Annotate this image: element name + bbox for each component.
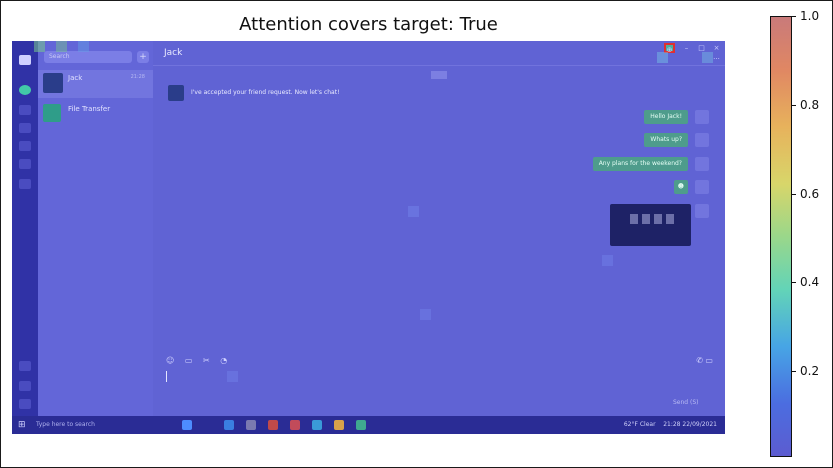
colorbar-tick: [792, 194, 796, 195]
chat-time: 21:28: [130, 74, 145, 80]
chrome-icon[interactable]: [334, 420, 344, 430]
text-cursor[interactable]: [166, 371, 167, 382]
mini-programs-icon[interactable]: [19, 179, 31, 189]
close-button[interactable]: ×: [711, 43, 722, 53]
colorbar-tick: [792, 105, 796, 106]
avatar: [695, 110, 709, 124]
image-thumb: [630, 214, 638, 224]
phone-icon[interactable]: [19, 381, 31, 391]
avatar: [695, 180, 709, 194]
outgoing-message: Hello Jack!: [644, 110, 688, 124]
weather-text: 62°F Clear: [623, 421, 656, 428]
office-icon[interactable]: [268, 420, 278, 430]
sticker-message: ☻: [673, 180, 688, 194]
colorbar-label: 0.2: [800, 364, 820, 378]
colorbar-label: 1.0: [800, 9, 820, 23]
call-icons[interactable]: ✆ ▭: [696, 356, 713, 365]
wechat-icon[interactable]: [356, 420, 366, 430]
opera-icon[interactable]: [290, 420, 300, 430]
chat-item-jack[interactable]: Jack 21:28: [38, 70, 153, 98]
outgoing-message: Whats up?: [644, 133, 688, 147]
colorbar-label: 0.6: [800, 187, 820, 201]
miniprogram-icon[interactable]: [19, 361, 31, 371]
edge-icon[interactable]: [312, 420, 322, 430]
contact-name: Jack: [164, 48, 183, 58]
colorbar-tick: [792, 16, 796, 17]
cortana-icon[interactable]: [182, 420, 192, 430]
chat-list-panel: Search + Jack 21:28 File Transfer: [38, 41, 153, 416]
more-button[interactable]: ···: [711, 54, 722, 64]
colorbar-tick: [792, 371, 796, 372]
explorer-icon[interactable]: [246, 420, 256, 430]
folder-icon[interactable]: [19, 141, 31, 151]
menu-icon[interactable]: [19, 399, 31, 409]
conversation-pane: Jack ⊕ – □ × ··· I've accepted your frie…: [153, 41, 725, 416]
chat-name: Jack: [68, 74, 83, 82]
chat-name: File Transfer: [68, 105, 111, 113]
image-message[interactable]: [610, 204, 691, 246]
figure-title: Attention covers target: True: [239, 14, 498, 35]
taskbar: ⊞ Type here to search 62°F Clear 21:28 2…: [12, 416, 725, 434]
chats-icon[interactable]: [19, 85, 31, 95]
image-thumb: [654, 214, 662, 224]
colorbar-label: 0.4: [800, 275, 820, 289]
favorites-icon[interactable]: [19, 123, 31, 133]
colorbar: [770, 16, 792, 457]
system-tray[interactable]: 62°F Clear 21:28 22/09/2021: [624, 416, 717, 434]
moments-icon[interactable]: [19, 159, 31, 169]
incoming-message: I've accepted your friend request. Now l…: [191, 89, 340, 96]
image-thumb: [642, 214, 650, 224]
taskbar-search[interactable]: Type here to search: [36, 416, 166, 434]
minimize-button[interactable]: –: [681, 43, 692, 53]
clock-time: 21:28: [663, 421, 681, 428]
windows-start-icon[interactable]: ⊞: [18, 420, 28, 430]
avatar: [695, 204, 709, 218]
colorbar-tick: [792, 282, 796, 283]
screenshot: Search + Jack 21:28 File Transfer Jack ⊕…: [12, 41, 725, 434]
send-button[interactable]: Send (S): [673, 399, 699, 406]
timestamp-chip: [431, 71, 447, 79]
maximize-button[interactable]: □: [696, 43, 707, 53]
chat-item-file-transfer[interactable]: File Transfer: [38, 100, 153, 126]
avatar: [695, 157, 709, 171]
search-input[interactable]: Search: [44, 51, 132, 63]
avatar: [168, 85, 184, 101]
image-thumb: [666, 214, 674, 224]
avatar: [43, 73, 63, 93]
vscode-icon[interactable]: [224, 420, 234, 430]
contacts-icon[interactable]: [19, 105, 31, 115]
file-transfer-icon: [43, 104, 61, 122]
side-rail: [12, 41, 38, 416]
clock-date: 22/09/2021: [682, 421, 717, 428]
outgoing-message: Any plans for the weekend?: [592, 157, 688, 171]
pin-button[interactable]: ⊕: [664, 43, 675, 54]
input-toolbar[interactable]: ☺ ▭ ✂ ◔: [166, 356, 231, 365]
avatar[interactable]: [19, 55, 31, 65]
conversation-header: Jack ⊕ – □ × ···: [153, 41, 725, 66]
add-button[interactable]: +: [137, 51, 149, 63]
colorbar-label: 0.8: [800, 98, 820, 112]
avatar: [695, 133, 709, 147]
